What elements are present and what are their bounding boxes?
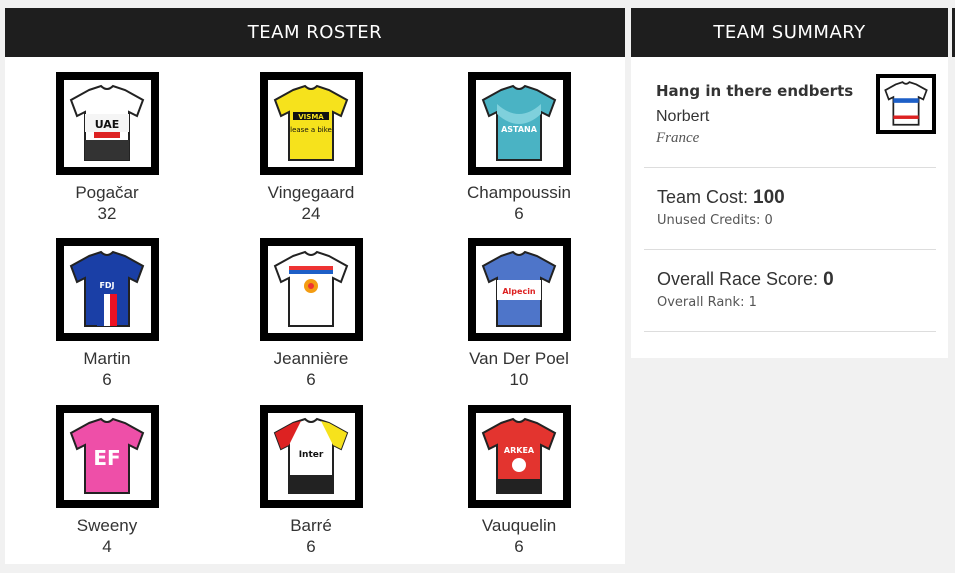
team-name: Hang in there endberts — [656, 82, 854, 100]
summary-divider — [644, 331, 936, 332]
groupama-jersey-icon: FDJ — [69, 250, 145, 327]
visma-jersey-icon: VISMA lease a bike — [273, 84, 349, 161]
team-country: France — [656, 130, 700, 146]
overall-rank: Overall Rank: 1 — [657, 295, 757, 310]
rider-name: Pogačar — [75, 183, 139, 202]
svg-text:FDJ: FDJ — [99, 281, 114, 290]
race-score-value: 0 — [823, 269, 834, 290]
svg-text:EF: EF — [93, 446, 120, 470]
svg-text:Alpecin: Alpecin — [502, 287, 536, 296]
team-jersey-thumbnail — [876, 74, 936, 134]
rider-score: 6 — [306, 370, 316, 389]
summary-divider — [644, 249, 936, 250]
rider-score: 6 — [514, 537, 524, 556]
race-score-block: Overall Race Score: 0 Overall Rank: 1 — [657, 269, 834, 310]
rider-jersey-frame[interactable]: ARKEA — [467, 405, 571, 508]
rider-card-champoussin[interactable]: ASTANA Champoussin 6 — [449, 72, 589, 225]
summary-divider — [644, 167, 936, 168]
rider-jersey-frame[interactable]: FDJ — [55, 238, 159, 341]
rider-name: Vauquelin — [481, 516, 557, 535]
rider-score: 6 — [306, 537, 316, 556]
team-info: Hang in there endberts Norbert France — [656, 82, 853, 147]
team-cost-value: 100 — [753, 187, 785, 208]
rider-jersey-frame[interactable]: ASTANA — [467, 72, 571, 175]
rider-score: 10 — [509, 370, 529, 389]
rider-card-van-der-poel[interactable]: Alpecin Van Der Poel 10 — [449, 238, 589, 391]
team-cost-block: Team Cost: 100 Unused Credits: 0 — [657, 187, 785, 228]
rider-jersey-frame[interactable]: VISMA lease a bike — [259, 72, 363, 175]
rider-score: 6 — [102, 370, 112, 389]
svg-text:VISMA: VISMA — [298, 113, 324, 121]
rider-jersey-frame[interactable]: Inter — [259, 405, 363, 508]
rider-card-barre[interactable]: Inter Barré 6 — [241, 405, 381, 558]
team-roster-header: TEAM ROSTER — [5, 8, 625, 57]
rider-card-sweeny[interactable]: EF Sweeny 4 — [37, 405, 177, 558]
rider-card-martin[interactable]: FDJ Martin 6 — [37, 238, 177, 391]
totalenergies-jersey-icon — [273, 250, 349, 327]
arkea-jersey-icon: ARKEA — [481, 417, 557, 494]
rider-jersey-frame[interactable] — [259, 238, 363, 341]
svg-text:ARKEA: ARKEA — [504, 446, 535, 455]
rider-name: Champoussin — [467, 183, 571, 202]
team-owner: Norbert — [656, 108, 710, 125]
alpecin-jersey-icon: Alpecin — [481, 250, 557, 327]
rider-score: 24 — [301, 204, 321, 223]
rider-name: Jeannière — [273, 349, 349, 368]
rider-score: 6 — [514, 204, 524, 223]
unused-credits: Unused Credits: 0 — [657, 213, 773, 228]
uae-jersey-icon: UAE — [69, 84, 145, 161]
rider-name: Vingegaard — [267, 183, 355, 202]
rider-name: Barré — [290, 516, 332, 535]
svg-text:Inter: Inter — [299, 450, 324, 460]
astana-jersey-icon: ASTANA — [481, 84, 557, 161]
team-cost-label: Team Cost: — [657, 187, 749, 207]
rider-score: 32 — [97, 204, 117, 223]
svg-text:ASTANA: ASTANA — [501, 125, 538, 134]
rider-card-pogacar[interactable]: UAE Pogačar 32 — [37, 72, 177, 225]
team-summary-header: TEAM SUMMARY — [631, 8, 948, 57]
rider-name: Martin — [83, 349, 131, 368]
rider-name: Van Der Poel — [469, 349, 569, 368]
rider-score: 4 — [102, 537, 112, 556]
rider-name: Sweeny — [76, 516, 138, 535]
race-score-label: Overall Race Score: — [657, 269, 819, 289]
rider-card-vauquelin[interactable]: ARKEA Vauquelin 6 — [449, 405, 589, 558]
rider-jersey-frame[interactable]: UAE — [55, 72, 159, 175]
intermarche-jersey-icon: Inter — [273, 417, 349, 494]
rider-card-jenniere[interactable]: Jeannière 6 — [241, 238, 381, 391]
rider-card-vingegaard[interactable]: VISMA lease a bike Vingegaard 24 — [241, 72, 381, 225]
rider-jersey-frame[interactable]: Alpecin — [467, 238, 571, 341]
rider-jersey-frame[interactable]: EF — [55, 405, 159, 508]
svg-text:UAE: UAE — [95, 118, 120, 131]
team-jersey-icon — [884, 81, 928, 126]
ef-jersey-icon: EF — [69, 417, 145, 494]
svg-text:lease a bike: lease a bike — [290, 126, 332, 134]
